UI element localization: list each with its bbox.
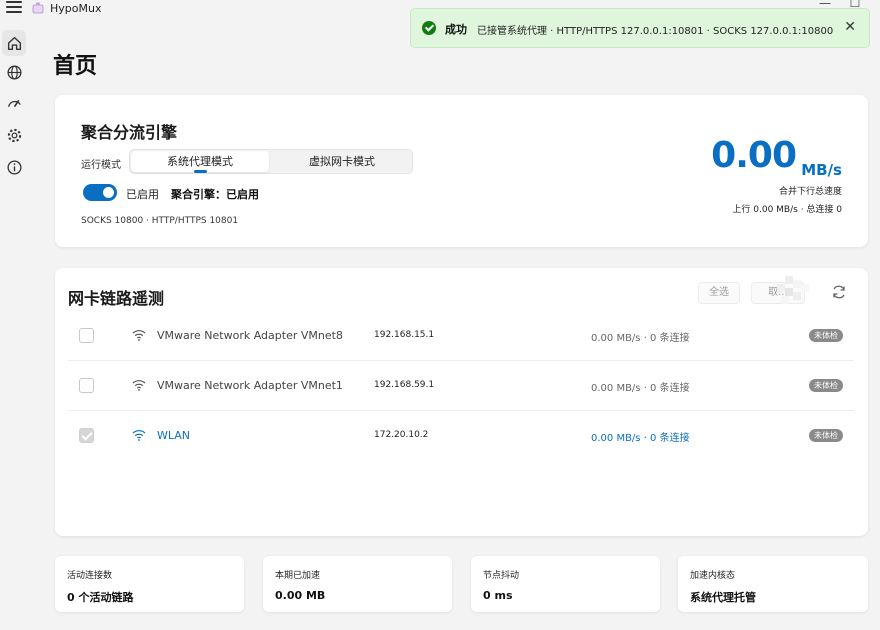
info-icon — [6, 159, 22, 175]
success-toast: 成功 已接管系统代理 · HTTP/HTTPS 127.0.0.1:10801 … — [410, 8, 870, 48]
app-title: HypoMux — [50, 2, 102, 15]
engine-toggle[interactable] — [83, 184, 117, 201]
toast-message: 已接管系统代理 · HTTP/HTTPS 127.0.0.1:10801 · S… — [477, 26, 834, 37]
network-icon — [132, 330, 146, 341]
adapter-row: VMware Network Adapter VMnet1 192.168.59… — [68, 361, 854, 411]
network-icon — [132, 380, 146, 391]
speed-unit: MB/s — [801, 161, 842, 179]
engine-status: 聚合引擎：已启用 — [171, 188, 259, 201]
ports-info: SOCKS 10800 · HTTP/HTTPS 10801 — [81, 216, 239, 226]
speed-value: 0.00 — [711, 135, 797, 176]
stat-label: 节点抖动 — [483, 571, 520, 581]
pixelated-overlay — [777, 276, 809, 304]
stat-label: 本期已加速 — [275, 571, 321, 581]
success-check-icon — [422, 21, 436, 35]
toggle-label: 已启用 — [126, 188, 159, 201]
stat-label: 活动连接数 — [67, 571, 113, 581]
adapter-name: VMware Network Adapter VMnet8 — [157, 329, 343, 342]
mode-label: 运行模式 — [81, 160, 121, 171]
adapter-checkbox[interactable] — [79, 428, 94, 443]
toast-title: 成功 — [445, 23, 467, 36]
sidebar — [0, 18, 30, 630]
close-icon[interactable]: ✕ — [844, 19, 856, 35]
health-badge: 未体检 — [809, 429, 843, 442]
engine-card: 聚合分流引擎 运行模式 系统代理模式 虚拟网卡模式 已启用 聚合引擎：已启用 S… — [55, 95, 868, 247]
adapter-name: WLAN — [157, 429, 191, 442]
adapter-speed: 0.00 MB/s · 0 条连接 — [591, 383, 690, 394]
adapter-row: WLAN 172.20.10.2 0.00 MB/s · 0 条连接 未体检 — [68, 411, 854, 461]
adapter-ip: 192.168.15.1 — [374, 330, 435, 340]
links-card: 网卡链路遥测 全选 取... VMware Network Adapter VM… — [55, 268, 868, 536]
stat-value: 0 个活动链路 — [67, 591, 134, 604]
page-title: 首页 — [53, 54, 98, 79]
sidebar-item-speed[interactable] — [2, 90, 26, 116]
health-badge: 未体检 — [809, 379, 843, 392]
wifi-icon — [132, 430, 146, 441]
adapter-speed: 0.00 MB/s · 0 条连接 — [591, 433, 690, 444]
sidebar-item-settings[interactable] — [2, 122, 26, 148]
menu-icon[interactable] — [6, 1, 22, 15]
speed-description: 合并下行总速度 — [778, 187, 842, 197]
health-badge: 未体检 — [809, 329, 843, 342]
stat-card-accelerated: 本期已加速 0.00 MB — [263, 556, 452, 612]
refresh-icon[interactable] — [831, 284, 847, 300]
stat-value: 0.00 MB — [275, 589, 326, 602]
globe-icon — [6, 64, 22, 80]
sidebar-item-home[interactable] — [2, 30, 26, 56]
stat-value: 0 ms — [483, 589, 513, 602]
adapter-row: VMware Network Adapter VMnet8 192.168.15… — [68, 311, 854, 361]
adapter-name: VMware Network Adapter VMnet1 — [157, 379, 343, 392]
adapter-checkbox[interactable] — [79, 328, 94, 343]
stat-card-jitter: 节点抖动 0 ms — [471, 556, 660, 612]
adapter-checkbox[interactable] — [79, 378, 94, 393]
speedometer-icon — [7, 99, 21, 107]
adapter-speed: 0.00 MB/s · 0 条连接 — [591, 333, 690, 344]
stat-card-connections: 活动连接数 0 个活动链路 — [55, 556, 244, 612]
home-icon — [7, 36, 21, 50]
mode-option-system-proxy[interactable]: 系统代理模式 — [131, 151, 269, 173]
adapter-ip: 192.168.59.1 — [374, 380, 435, 390]
app-logo-icon — [32, 2, 44, 14]
select-all-button[interactable]: 全选 — [698, 282, 740, 304]
engine-title: 聚合分流引擎 — [81, 123, 178, 142]
adapter-ip: 172.20.10.2 — [374, 430, 429, 440]
sidebar-item-globe[interactable] — [2, 59, 26, 85]
mode-option-virtual-nic[interactable]: 虚拟网卡模式 — [272, 151, 412, 172]
sidebar-item-about[interactable] — [2, 154, 26, 180]
mode-selector: 系统代理模式 虚拟网卡模式 — [129, 149, 413, 174]
stat-label: 加速内核态 — [690, 571, 736, 581]
upload-summary: 上行 0.00 MB/s · 总连接 0 — [732, 205, 842, 215]
links-title: 网卡链路遥测 — [68, 289, 165, 308]
gear-icon — [7, 128, 21, 142]
stat-value: 系统代理托管 — [690, 591, 756, 604]
stat-card-kernel: 加速内核态 系统代理托管 — [678, 556, 868, 612]
